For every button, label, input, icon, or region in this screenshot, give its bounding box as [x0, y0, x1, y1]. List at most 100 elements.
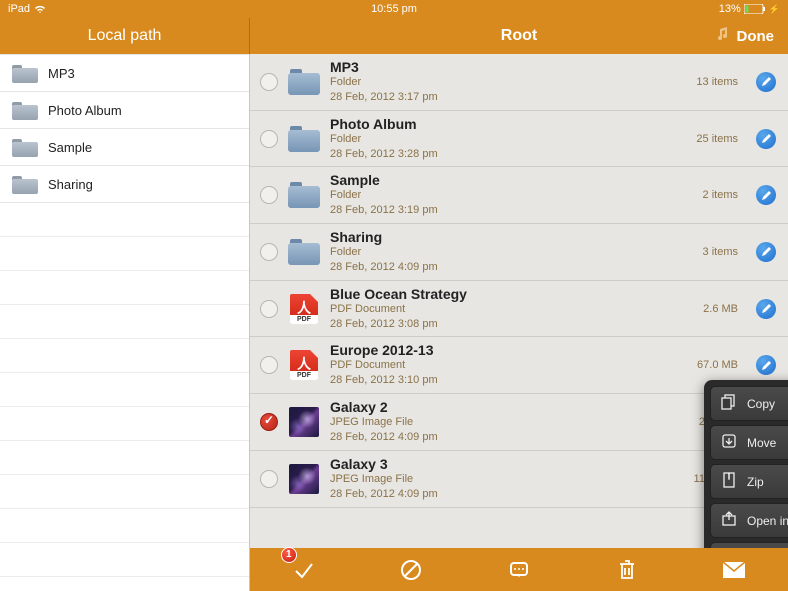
file-meta: 2.6 MB [703, 303, 738, 315]
file-type: PDF Document [330, 302, 693, 317]
main-panel: MP3 Folder 28 Feb, 2012 3:17 pm 13 items… [250, 54, 788, 591]
file-name: Photo Album [330, 116, 686, 132]
select-checkbox[interactable] [260, 470, 278, 488]
action-button[interactable] [505, 556, 533, 584]
edit-button[interactable] [756, 129, 776, 149]
select-checkbox[interactable] [260, 73, 278, 91]
folder-icon [12, 137, 38, 157]
file-row[interactable]: 人PDF Blue Ocean Strategy PDF Document 28… [250, 281, 788, 338]
select-all-button[interactable]: 1 [290, 556, 318, 584]
file-meta: 2 items [703, 189, 738, 201]
selection-badge: 1 [281, 547, 297, 563]
popover-item-label: Copy [747, 397, 775, 411]
wifi-icon [34, 4, 46, 14]
file-row[interactable]: Sample Folder 28 Feb, 2012 3:19 pm 2 ite… [250, 167, 788, 224]
sidebar: MP3 Photo Album Sample Sharing [0, 54, 250, 591]
sidebar-item-label: Sample [48, 140, 92, 155]
file-type: Folder [330, 245, 693, 260]
file-type: PDF Document [330, 358, 687, 373]
move-icon [721, 433, 737, 452]
sidebar-item-label: MP3 [48, 66, 75, 81]
sidebar-item-mp3[interactable]: MP3 [0, 54, 249, 92]
sidebar-item-photo-album[interactable]: Photo Album [0, 92, 249, 129]
copy-icon [721, 394, 737, 413]
file-date: 28 Feb, 2012 4:09 pm [330, 260, 693, 275]
pdf-icon: 人PDF [290, 294, 318, 324]
sidebar-item-sample[interactable]: Sample [0, 129, 249, 166]
file-type: Folder [330, 132, 686, 147]
file-name: Blue Ocean Strategy [330, 286, 693, 302]
deselect-button[interactable] [397, 556, 425, 584]
file-meta: 25 items [696, 133, 738, 145]
select-checkbox[interactable] [260, 186, 278, 204]
edit-button[interactable] [756, 185, 776, 205]
battery-icon [744, 4, 766, 14]
file-type: JPEG Image File [330, 415, 689, 430]
pdf-icon: 人PDF [290, 350, 318, 380]
file-type: JPEG Image File [330, 472, 684, 487]
status-time: 10:55 pm [371, 3, 417, 15]
file-name: Galaxy 3 [330, 456, 684, 472]
sidebar-item-label: Sharing [48, 177, 93, 192]
sidebar-empty-lines [0, 203, 249, 591]
done-label: Done [737, 28, 775, 45]
popover-zip[interactable]: Zip [710, 464, 788, 499]
folder-icon [12, 63, 38, 83]
file-date: 28 Feb, 2012 3:28 pm [330, 147, 686, 162]
file-type: Folder [330, 188, 693, 203]
header: Local path Root Done [0, 18, 788, 54]
select-checkbox[interactable] [260, 130, 278, 148]
file-date: 28 Feb, 2012 3:10 pm [330, 373, 687, 388]
popover-item-label: Move [747, 436, 776, 450]
openin-icon [721, 511, 737, 530]
file-meta: 3 items [703, 246, 738, 258]
sidebar-item-sharing[interactable]: Sharing [0, 166, 249, 203]
file-date: 28 Feb, 2012 4:09 pm [330, 430, 689, 445]
zip-icon [721, 472, 737, 491]
header-left-title: Local path [0, 18, 250, 54]
file-name: Sharing [330, 229, 693, 245]
folder-icon [288, 239, 320, 265]
folder-icon [288, 126, 320, 152]
popover-item-label: Zip [747, 475, 764, 489]
bottom-toolbar: 1 [250, 548, 788, 591]
edit-button[interactable] [756, 355, 776, 375]
popover-item-label: Open in [747, 514, 788, 528]
edit-button[interactable] [756, 299, 776, 319]
popover-open-in[interactable]: Open in [710, 503, 788, 538]
file-type: Folder [330, 75, 686, 90]
image-thumbnail [289, 407, 319, 437]
folder-icon [288, 182, 320, 208]
select-checkbox[interactable] [260, 356, 278, 374]
edit-button[interactable] [756, 72, 776, 92]
folder-icon [288, 69, 320, 95]
file-date: 28 Feb, 2012 3:19 pm [330, 203, 693, 218]
file-date: 28 Feb, 2012 4:09 pm [330, 487, 684, 502]
select-checkbox[interactable] [260, 413, 278, 431]
select-checkbox[interactable] [260, 300, 278, 318]
file-name: Europe 2012-13 [330, 342, 687, 358]
popover-copy[interactable]: Copy [710, 386, 788, 421]
image-thumbnail [289, 464, 319, 494]
file-row[interactable]: Sharing Folder 28 Feb, 2012 4:09 pm 3 it… [250, 224, 788, 281]
battery-label: 13% [719, 3, 741, 15]
popover-move[interactable]: Move [710, 425, 788, 460]
mail-button[interactable] [720, 556, 748, 584]
select-checkbox[interactable] [260, 243, 278, 261]
folder-icon [12, 100, 38, 120]
charging-icon: ⚡ [769, 4, 780, 15]
file-date: 28 Feb, 2012 3:17 pm [330, 90, 686, 105]
file-meta: 67.0 MB [697, 359, 738, 371]
header-right-title: Root [501, 27, 537, 45]
device-label: iPad [8, 3, 30, 15]
file-name: Sample [330, 172, 693, 188]
file-date: 28 Feb, 2012 3:08 pm [330, 317, 693, 332]
edit-button[interactable] [756, 242, 776, 262]
delete-button[interactable] [613, 556, 641, 584]
file-row[interactable]: MP3 Folder 28 Feb, 2012 3:17 pm 13 items [250, 54, 788, 111]
file-name: MP3 [330, 59, 686, 75]
file-row[interactable]: Photo Album Folder 28 Feb, 2012 3:28 pm … [250, 111, 788, 168]
folder-icon [12, 174, 38, 194]
done-button[interactable]: Done [715, 27, 788, 45]
file-meta: 13 items [696, 76, 738, 88]
